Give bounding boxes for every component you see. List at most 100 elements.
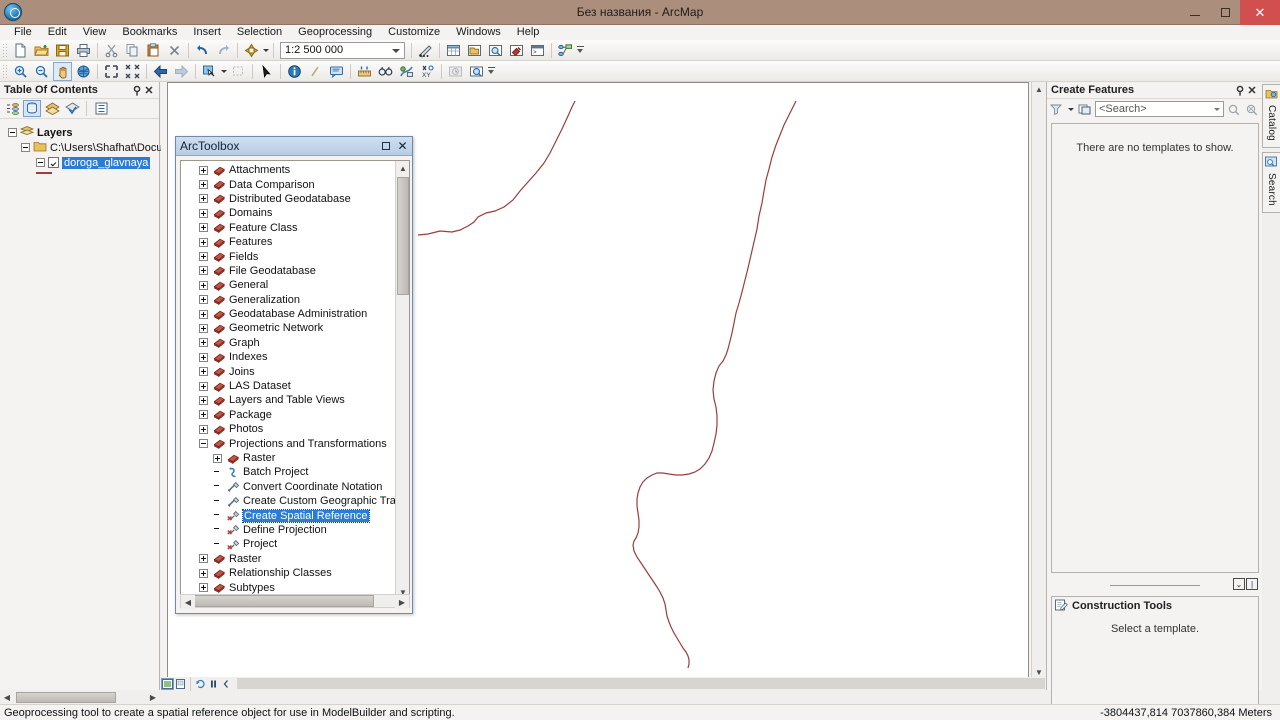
zoom-in-icon[interactable] [11, 62, 30, 81]
arctoolbox-item[interactable]: Create Spatial Reference [181, 508, 395, 523]
expander-plus-icon[interactable] [199, 367, 208, 377]
scroll-right-icon[interactable]: ▶ [395, 595, 409, 609]
arctoolbox-item[interactable]: Raster [181, 552, 395, 566]
menu-geoprocessing[interactable]: Geoprocessing [290, 25, 380, 40]
expander-plus-icon[interactable] [199, 395, 208, 405]
fixed-zoom-out-icon[interactable] [123, 62, 142, 81]
arctoolbox-item[interactable]: Distributed Geodatabase [181, 192, 395, 206]
expander-plus-icon[interactable] [199, 266, 208, 276]
chevron-down-icon[interactable] [1214, 108, 1220, 111]
list-by-drawing-order-icon[interactable] [3, 100, 21, 117]
map-scale-combobox[interactable]: 1:2 500 000 [280, 41, 405, 59]
arctoolbox-item[interactable]: Fields [181, 249, 395, 263]
arctoolbox-item[interactable]: Geodatabase Administration [181, 307, 395, 321]
arctoolbox-item[interactable]: Indexes [181, 350, 395, 364]
arctoolbox-item[interactable]: General [181, 278, 395, 292]
expander-plus-icon[interactable] [199, 309, 208, 319]
scroll-up-icon[interactable]: ▲ [396, 161, 409, 175]
redo-icon[interactable] [214, 41, 233, 60]
toc-hscroll-thumb[interactable] [16, 691, 116, 703]
expander-plus-icon[interactable] [213, 453, 222, 463]
panel-splitter[interactable]: ⌄ | [1051, 577, 1259, 593]
layout-view-icon[interactable] [174, 678, 187, 690]
cut-icon[interactable] [102, 41, 121, 60]
arctoolbox-item[interactable]: LAS Dataset [181, 379, 395, 393]
tools-toolbar-overflow-icon[interactable] [487, 63, 496, 79]
expander-plus-icon[interactable] [199, 165, 208, 175]
arctoolbox-vertical-scrollbar[interactable]: ▲ ▼ [395, 161, 409, 597]
select-dropdown-icon[interactable] [220, 63, 228, 79]
options-icon[interactable] [92, 100, 110, 117]
data-view-icon[interactable] [161, 677, 174, 690]
map-vertical-scrollbar[interactable]: ▲ ▼ [1031, 82, 1046, 679]
list-by-selection-icon[interactable] [63, 100, 81, 117]
toc-item-layers[interactable]: Layers [4, 125, 159, 140]
select-elements-icon[interactable] [257, 62, 276, 81]
create-viewer-window-icon[interactable] [467, 62, 486, 81]
expander-plus-icon[interactable] [199, 180, 208, 190]
scroll-thumb[interactable] [397, 177, 409, 295]
expander-plus-icon[interactable] [199, 583, 208, 593]
catalog-window-icon[interactable] [465, 41, 484, 60]
expander-minus-icon[interactable] [199, 439, 208, 449]
menu-help[interactable]: Help [509, 25, 548, 40]
expander-plus-icon[interactable] [199, 338, 208, 348]
arctoolbox-horizontal-scrollbar[interactable]: ◀ ▶ [180, 594, 410, 609]
time-slider-icon[interactable] [446, 62, 465, 81]
organize-templates-icon[interactable] [1049, 101, 1065, 117]
fixed-zoom-in-icon[interactable] [102, 62, 121, 81]
delete-icon[interactable] [165, 41, 184, 60]
full-extent-icon[interactable] [74, 62, 93, 81]
expander-minus-icon[interactable] [21, 143, 30, 152]
maximize-button[interactable] [1210, 0, 1240, 25]
expander-plus-icon[interactable] [199, 252, 208, 262]
find-route-icon[interactable] [397, 62, 416, 81]
expander-plus-icon[interactable] [199, 352, 208, 362]
arctoolbox-item[interactable]: File Geodatabase [181, 264, 395, 278]
collapse-panel-icon[interactable]: ⌄ [1233, 578, 1245, 590]
arctoolbox-item[interactable]: Generalization [181, 293, 395, 307]
search-window-icon[interactable] [486, 41, 505, 60]
pin-icon[interactable]: ⚲ [131, 84, 143, 97]
side-tab-catalog[interactable]: Catalog [1262, 84, 1280, 148]
find-icon[interactable] [376, 62, 395, 81]
side-tab-search[interactable]: Search [1262, 151, 1280, 213]
pan-icon[interactable] [53, 61, 72, 81]
close-button[interactable]: ✕ [1240, 0, 1280, 25]
new-template-icon[interactable] [1077, 101, 1093, 117]
menu-insert[interactable]: Insert [185, 25, 229, 40]
toc-item-doroga-glavnaya[interactable]: doroga_glavnaya [4, 155, 159, 170]
arctoolbox-item[interactable]: Feature Class [181, 221, 395, 235]
arctoolbox-item[interactable]: Convert Coordinate Notation [181, 480, 395, 494]
expander-plus-icon[interactable] [199, 381, 208, 391]
minimize-button[interactable] [1180, 0, 1210, 25]
menu-customize[interactable]: Customize [380, 25, 448, 40]
hyperlink-icon[interactable] [306, 62, 325, 81]
layer-visibility-checkbox[interactable] [48, 157, 59, 168]
select-features-icon[interactable] [200, 62, 219, 81]
arctoolbox-item[interactable]: Joins [181, 364, 395, 378]
add-data-icon[interactable] [242, 41, 261, 60]
expander-minus-icon[interactable] [8, 128, 17, 137]
arctoolbox-item[interactable]: Create Custom Geographic Transform [181, 494, 409, 508]
expander-plus-icon[interactable] [199, 237, 208, 247]
modelbuilder-icon[interactable] [556, 41, 575, 60]
menu-edit[interactable]: Edit [40, 25, 75, 40]
maximize-icon[interactable] [379, 139, 393, 153]
expander-plus-icon[interactable] [199, 323, 208, 333]
arctoolbox-item[interactable]: Relationship Classes [181, 566, 395, 580]
go-back-extent-icon[interactable] [151, 62, 170, 81]
expander-plus-icon[interactable] [199, 554, 208, 564]
scroll-left-icon[interactable]: ◀ [181, 595, 195, 609]
arctoolbox-item[interactable]: Domains [181, 206, 395, 220]
menu-bookmarks[interactable]: Bookmarks [114, 25, 185, 40]
scroll-up-icon[interactable]: ▲ [1032, 82, 1046, 96]
identify-icon[interactable] [285, 62, 304, 81]
arctoolbox-title-bar[interactable]: ArcToolbox ✕ [176, 137, 412, 156]
menu-view[interactable]: View [75, 25, 115, 40]
clear-selection-icon[interactable] [229, 62, 248, 81]
chevron-down-icon[interactable] [392, 48, 400, 53]
close-icon[interactable]: ✕ [397, 139, 408, 153]
templates-dropdown-icon[interactable] [1067, 101, 1075, 117]
arctoolbox-item[interactable]: Define Projection [181, 523, 395, 537]
